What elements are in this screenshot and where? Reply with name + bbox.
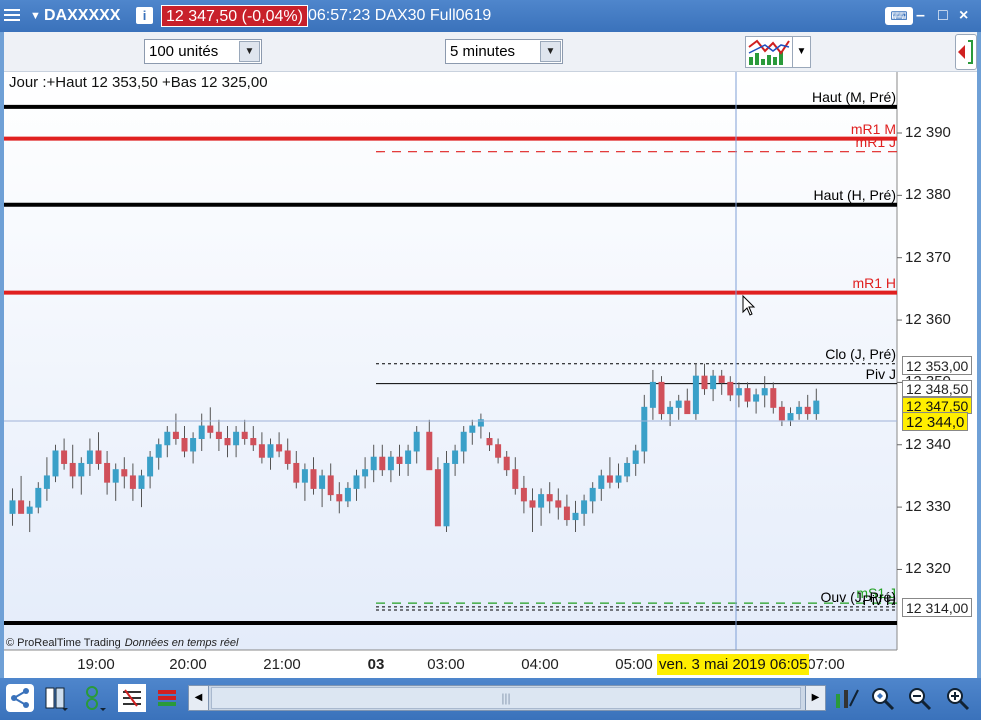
maximize-button[interactable]: □	[938, 0, 948, 32]
level-price-box-piv: 12 348,50	[902, 380, 973, 397]
plot-background	[4, 72, 897, 650]
daily-high-low-info: Jour :+Haut 12 353,50 +Bas 12 325,00	[9, 74, 268, 91]
level-label-4: mR1 H	[852, 274, 896, 291]
title-bar: ▼ DAXXXXX i 12 347,50 (-0,04%) 06:57:23 …	[0, 0, 981, 32]
x-tick-label: 03	[367, 656, 385, 673]
layout-icon[interactable]	[42, 684, 70, 712]
realtime-text: Données en temps réel	[124, 637, 239, 649]
x-tick-label: 03:00	[427, 656, 465, 673]
x-tick-label: 20:00	[169, 656, 207, 673]
share-icon[interactable]	[6, 684, 34, 712]
hamburger-icon[interactable]	[4, 9, 20, 23]
units-select-value: 100 unités	[149, 43, 219, 60]
side-panel-toggle[interactable]	[955, 34, 977, 70]
crosshair-date-label: ven. 3 mai 2019 06:05	[657, 654, 810, 675]
y-tick-label: 12 380	[905, 186, 951, 204]
last-price-badge: 12 347,50 (-0,04%)	[161, 5, 308, 27]
units-select[interactable]: 100 unités ▼	[144, 39, 262, 64]
keyboard-icon[interactable]: ⌨	[885, 7, 913, 25]
info-icon[interactable]: i	[136, 7, 153, 24]
list-icon[interactable]	[118, 684, 146, 712]
x-tick-label: 05:00	[615, 656, 653, 673]
x-tick-label: 04:00	[521, 656, 559, 673]
close-button[interactable]: ×	[959, 0, 968, 32]
level-price-box-clo: 12 353,00	[902, 356, 973, 375]
y-tick-label: 12 320	[905, 560, 951, 578]
y-tick-label: 12 360	[905, 311, 951, 329]
time-and-instrument: 06:57:23 DAX30 Full0619	[308, 7, 492, 24]
copyright-text: © ProRealTime Trading	[6, 637, 121, 649]
timeframe-select-value: 5 minutes	[450, 43, 516, 60]
x-tick-label: 19:00	[77, 656, 115, 673]
level-label-9: Piv H	[862, 591, 896, 608]
chart-area[interactable]: Jour :+Haut 12 353,50 +Bas 12 325,00 Hau…	[4, 72, 977, 678]
horizontal-scrollbar[interactable]: ◀ ||| ▶	[188, 685, 826, 711]
x-tick-label: 07:00	[807, 656, 845, 673]
chevron-down-icon[interactable]: ▼	[540, 41, 561, 62]
side-panel-icon	[958, 40, 973, 64]
candle	[443, 450, 450, 533]
zoom-in-icon[interactable]	[943, 684, 971, 712]
chevron-down-icon[interactable]: ▼	[239, 41, 260, 62]
y-tick-label: 12 330	[905, 498, 951, 516]
scroll-right-button[interactable]: ▶	[805, 686, 825, 710]
chevron-down-icon[interactable]: ▼	[30, 0, 41, 32]
indicator-icon[interactable]	[80, 684, 108, 712]
level-label-5: Clo (J, Pré)	[825, 345, 896, 362]
zoom-fit-icon[interactable]	[868, 684, 896, 712]
level-label-2: mR1 J	[855, 133, 896, 150]
zoom-out-icon[interactable]	[905, 684, 933, 712]
level-label-6: Piv J	[865, 365, 896, 382]
indicators-button[interactable]: ▼	[745, 36, 811, 68]
scroll-left-button[interactable]: ◀	[189, 686, 209, 710]
copyright-notice: © ProRealTime Trading Données en temps ré…	[6, 637, 238, 649]
drawing-icon[interactable]	[832, 684, 860, 712]
y-tick-label: 12 390	[905, 124, 951, 141]
y-tick-label: 12 370	[905, 248, 951, 266]
level-label-0: Haut (M, Pré)	[811, 88, 896, 105]
bars-icon[interactable]	[154, 684, 182, 712]
scroll-thumb[interactable]: |||	[211, 687, 801, 709]
level-price-box-ouv: 12 314,00	[902, 598, 973, 617]
minimize-button[interactable]: –	[916, 0, 925, 32]
candle	[658, 376, 665, 420]
chevron-down-icon[interactable]: ▼	[792, 37, 810, 67]
level-label-3: Haut (H, Pré)	[813, 186, 896, 203]
y-tick-label: 12 340	[905, 435, 951, 453]
chart-toolbar: 100 unités ▼ 5 minutes ▼ ▼	[4, 32, 977, 72]
timeframe-select[interactable]: 5 minutes ▼	[445, 39, 563, 64]
indicator-chart-icon	[748, 39, 790, 65]
price-chart[interactable]	[4, 72, 977, 678]
bottom-toolbar: ◀ ||| ▶	[0, 678, 981, 720]
crosshair-price-box: 12 344,0	[902, 412, 969, 431]
instrument-symbol[interactable]: DAXXXXX	[44, 0, 120, 32]
x-tick-label: 21:00	[263, 656, 301, 673]
